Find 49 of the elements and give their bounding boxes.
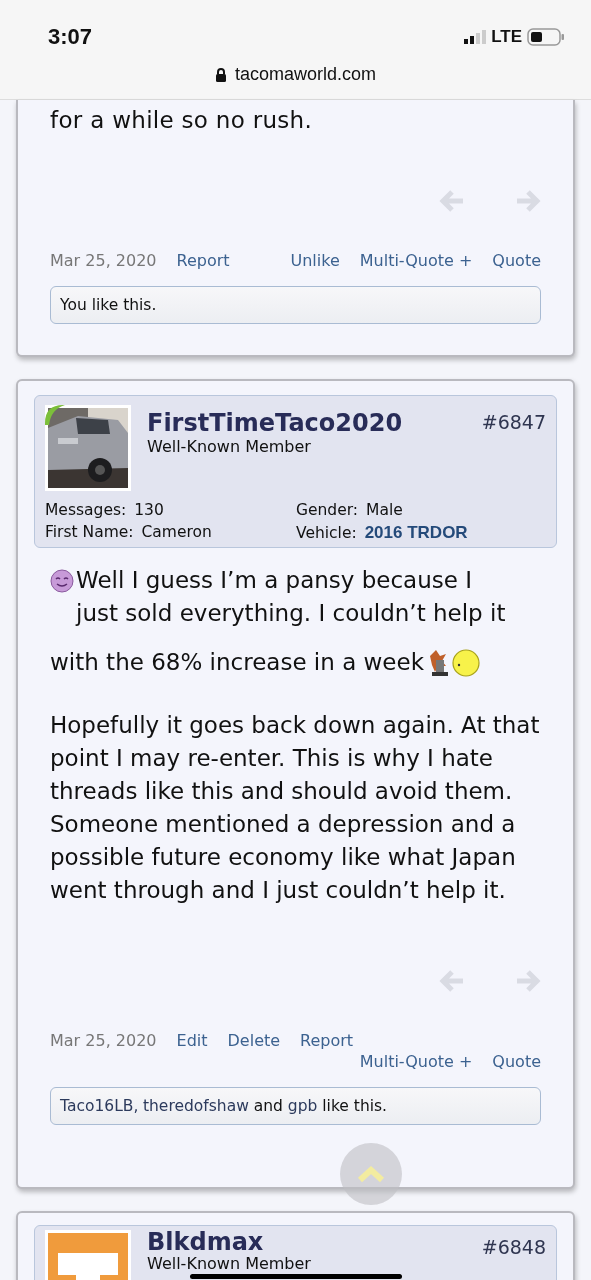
- address-url[interactable]: tacomaworld.com: [234, 64, 376, 85]
- post-number-link[interactable]: #6847: [481, 411, 546, 433]
- post-number-link[interactable]: #6848: [481, 1236, 546, 1258]
- stat-value: Male: [366, 501, 403, 519]
- username-link[interactable]: Blkdmax: [147, 1230, 482, 1255]
- message-text: Hopefully it goes back down again. At that point I may re-enter. This is why I hate threads like this and should avoid them. Someone mentioned a depression and a possible future economy like what Japan went through and I just couldn’t help it.: [50, 711, 540, 905]
- status-time: 3:07: [48, 24, 93, 50]
- message-text: for a while so no rush.: [50, 106, 314, 135]
- message-text: with the 68% increase in a week: [50, 648, 424, 677]
- user-link[interactable]: Taco16LB,: [60, 1097, 139, 1115]
- post-action-link[interactable]: Edit: [176, 1031, 208, 1050]
- next-arrow-icon[interactable]: [515, 189, 541, 213]
- post-date: Mar 25, 2020: [50, 1031, 157, 1050]
- lock-icon: [214, 66, 227, 83]
- likes-text: and: [252, 1097, 284, 1115]
- stat-value: 130: [134, 501, 164, 519]
- post-action-link[interactable]: Multi-Quote +: [359, 1052, 473, 1071]
- post-action-link[interactable]: Quote: [492, 251, 541, 270]
- message-text: Well I guess I’m a pansy because I just sold everything. I couldn’t help it: [76, 566, 507, 628]
- post-action-link[interactable]: Delete: [227, 1031, 281, 1050]
- stat-label: Vehicle:: [296, 524, 357, 542]
- likes-text: You like this.: [60, 296, 157, 314]
- signal-icon: [464, 29, 487, 45]
- next-arrow-icon[interactable]: [515, 969, 541, 993]
- battery-icon: [527, 28, 565, 46]
- user-title: Well-Known Member: [147, 1255, 312, 1272]
- previous-arrow-icon[interactable]: [439, 189, 465, 213]
- home-indicator[interactable]: [190, 1274, 402, 1279]
- post-action-link[interactable]: Report: [300, 1031, 354, 1050]
- stat-label: First Name:: [45, 523, 134, 541]
- post-action-link[interactable]: Multi-Quote +: [359, 251, 473, 270]
- post-date: Mar 25, 2020: [50, 251, 157, 270]
- stat-label: Gender:: [296, 501, 359, 519]
- online-indicator-icon: [45, 405, 65, 425]
- network-label: LTE: [491, 27, 522, 47]
- stat-label: Messages:: [45, 501, 127, 519]
- stat-value: Cameron: [141, 523, 212, 541]
- user-link[interactable]: gpb: [287, 1097, 318, 1115]
- likes-text: like this.: [321, 1097, 387, 1115]
- user-title: Well-Known Member: [147, 437, 312, 456]
- post-action-link[interactable]: Unlike: [290, 251, 340, 270]
- chevron-up-icon: [357, 1166, 385, 1182]
- user-link[interactable]: theredofshaw: [142, 1097, 249, 1115]
- previous-arrow-icon[interactable]: [439, 969, 465, 993]
- vehicle-link[interactable]: 2016 TRDOR: [364, 523, 468, 543]
- smiley-icon: [50, 569, 74, 593]
- post-action-link[interactable]: Quote: [492, 1052, 541, 1071]
- post-action-link[interactable]: Report: [176, 251, 230, 270]
- username-link[interactable]: FirstTimeTaco2020: [147, 409, 482, 437]
